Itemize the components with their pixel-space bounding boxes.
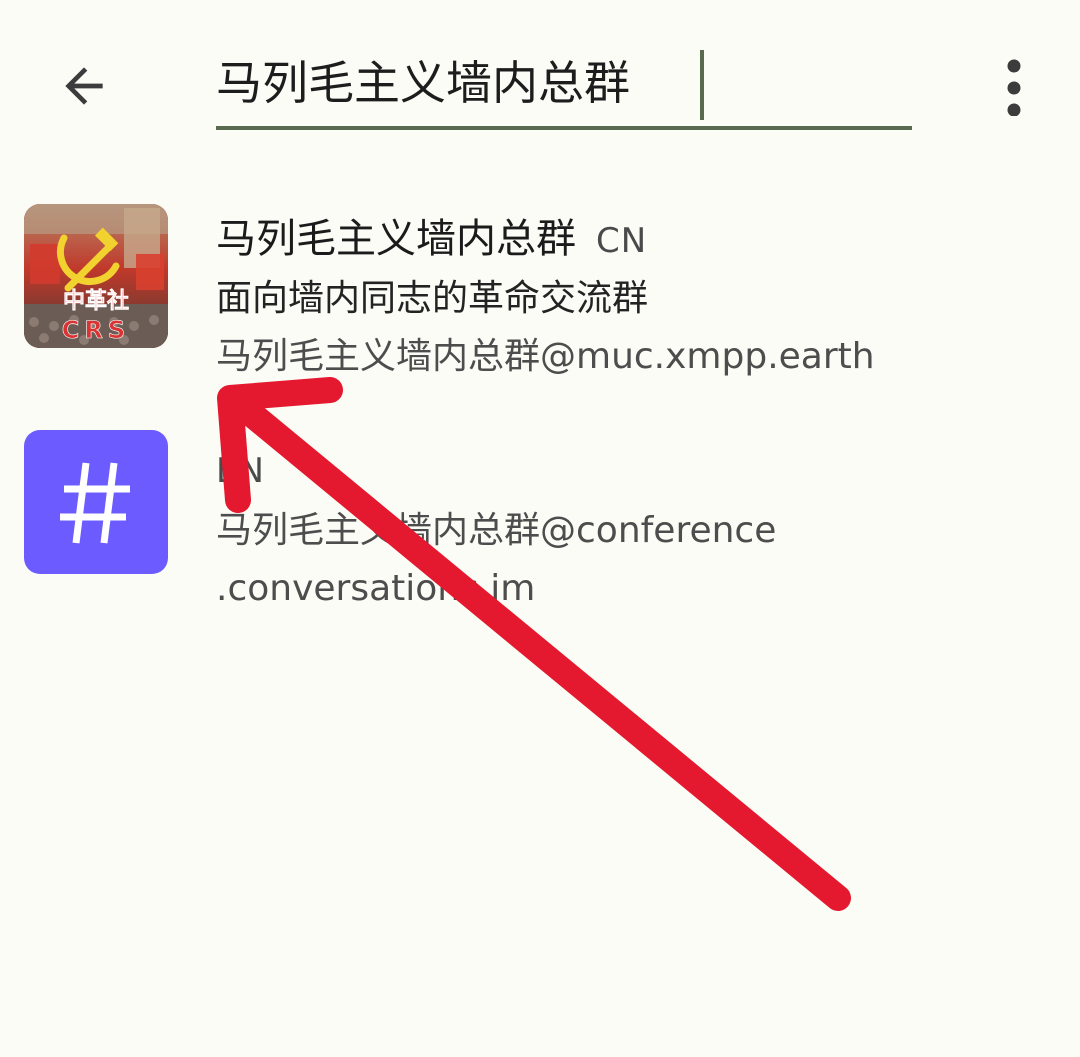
room-avatar [24, 430, 168, 574]
room-description: 面向墙内同志的革命交流群 [216, 278, 649, 319]
svg-text:CRS: CRS [62, 316, 130, 344]
text-cursor [700, 50, 704, 120]
room-text: 马列毛主义墙内总群 CN 面向墙内同志的革命交流群 马列毛主义墙内总群@muc.x… [216, 208, 1056, 386]
room-address-line-2: .conversations.im [216, 568, 536, 609]
more-vert-icon [1007, 59, 1021, 116]
search-underline [216, 126, 912, 130]
room-result-item[interactable]: EN 马列毛主义墙内总群@conference .conversations.i… [0, 420, 1080, 620]
room-search-screen: 中革社 CRS 马列毛主义墙内总群 CN 面向墙内同志的革命交流群 马列毛主义墙内… [0, 0, 1080, 1057]
language-badge: CN [596, 221, 648, 261]
hammer-sickle-icon: 中革社 CRS [24, 204, 168, 348]
search-field[interactable] [216, 40, 912, 132]
room-title-line: EN [216, 440, 1056, 502]
language-badge: EN [216, 451, 265, 491]
room-result-item[interactable]: 中革社 CRS 马列毛主义墙内总群 CN 面向墙内同志的革命交流群 马列毛主义墙内… [0, 194, 1080, 394]
room-name: 马列毛主义墙内总群 [216, 216, 576, 262]
arrow-back-icon [65, 67, 103, 105]
hashtag-icon [60, 462, 130, 544]
room-title-line: 马列毛主义墙内总群 CN [216, 208, 1056, 270]
room-address-line-1: 马列毛主义墙内总群@conference [216, 510, 777, 551]
room-text: EN 马列毛主义墙内总群@conference .conversations.i… [216, 440, 1056, 618]
svg-text:中革社: 中革社 [63, 288, 129, 314]
room-address: 马列毛主义墙内总群@muc.xmpp.earth [216, 336, 875, 377]
overflow-menu-button[interactable] [984, 50, 1044, 122]
room-avatar: 中革社 CRS [24, 204, 168, 348]
search-input[interactable] [216, 40, 912, 126]
back-button[interactable] [44, 46, 124, 126]
